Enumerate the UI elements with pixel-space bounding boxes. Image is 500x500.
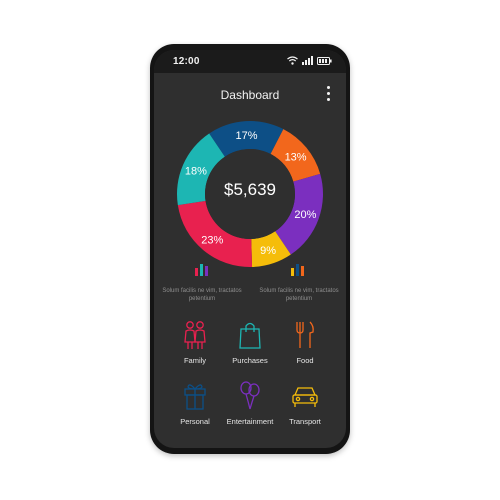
category-label: Transport [289, 417, 321, 426]
donut-segment-label: 9% [260, 245, 276, 257]
category-food[interactable]: Food [273, 320, 337, 374]
legend-text-1: Solum facilis ne vim, tractatos petentiu… [162, 288, 242, 302]
bar-chart-icon [195, 264, 208, 276]
wifi-icon [287, 56, 298, 65]
family-icon [184, 321, 206, 349]
page-title: Dashboard [220, 88, 280, 102]
more-vertical-icon[interactable] [324, 86, 332, 104]
bar-chart-icon [291, 264, 304, 276]
status-time: 12:00 [173, 56, 200, 67]
donut-segment-label: 20% [294, 209, 316, 221]
screen: 12:00 Dashboard 17% 13% 20% 9% 23% 18% $… [154, 50, 346, 448]
donut-segment-label: 18% [185, 165, 207, 177]
shopping-bag-icon [239, 322, 261, 349]
utensils-icon [296, 321, 314, 348]
category-label: Food [296, 356, 314, 365]
donut-segment-label: 17% [235, 130, 257, 142]
donut-segment-label: 13% [285, 152, 307, 164]
category-transport[interactable]: Transport [273, 381, 337, 435]
battery-icon [317, 56, 332, 65]
car-icon [292, 387, 318, 407]
donut-total: $5,639 [224, 180, 276, 199]
status-icons [287, 56, 332, 65]
balloons-icon [240, 381, 260, 410]
donut-segment-label: 23% [201, 234, 223, 246]
legend-text-2: Solum facilis ne vim, tractatos petentiu… [259, 288, 339, 302]
gift-icon [184, 384, 206, 410]
status-bar: 12:00 [154, 50, 346, 73]
signal-icon [302, 56, 313, 65]
